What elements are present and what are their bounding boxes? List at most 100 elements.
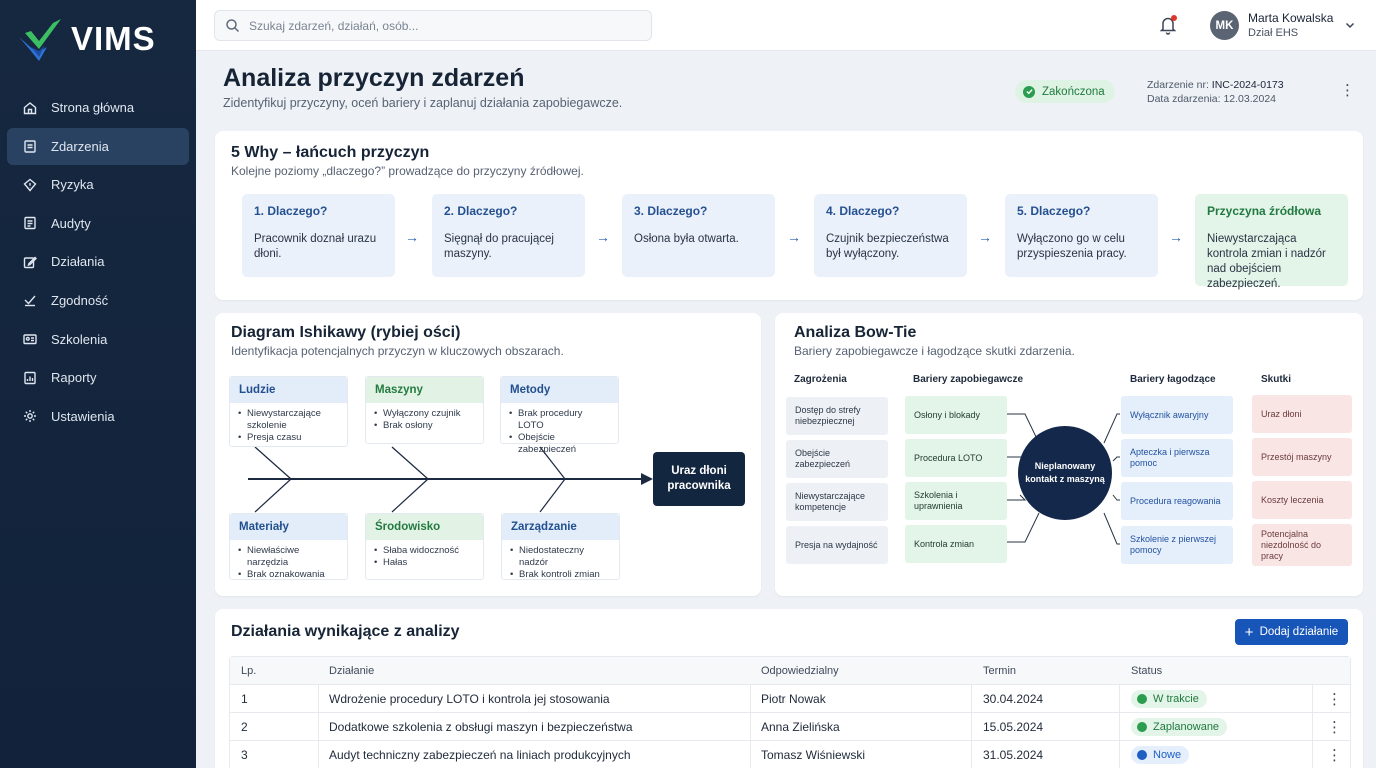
cause-item: Brak oznakowania xyxy=(238,569,339,581)
status-label: Nowe xyxy=(1153,749,1182,761)
app-name: VIMS xyxy=(71,20,156,57)
cause-item: Hałas xyxy=(374,557,475,569)
table-row[interactable]: 2 Dodatkowe szkolenia z obsługi maszyn i… xyxy=(230,713,1350,741)
status-label: Zaplanowane xyxy=(1153,721,1220,733)
category-items: Niewłaściwe narzędzia Brak oznakowania xyxy=(230,540,347,581)
five-why-subtitle: Kolejne poziomy „dlaczego?” prowadzące d… xyxy=(231,164,584,178)
row-number: 2 xyxy=(241,720,248,734)
sidebar-item-raporty[interactable]: Raporty xyxy=(7,359,189,396)
sidebar-item-ryzyka[interactable]: Ryzyka xyxy=(7,166,189,203)
actions-table: Lp. Działanie Odpowiedzialny Termin Stat… xyxy=(229,656,1351,768)
cause-item: Presja czasu xyxy=(238,432,339,444)
bowtie-preventive-barrier: Szkolenia i uprawnienia xyxy=(905,482,1007,520)
category-title: Ludzie xyxy=(230,377,347,403)
sidebar-item-label: Audyty xyxy=(51,215,91,231)
search-bar[interactable] xyxy=(214,10,652,41)
why-step-text: Osłona była otwarta. xyxy=(634,233,739,245)
category-items: Słaba widoczność Hałas xyxy=(366,540,483,569)
notification-dot xyxy=(1171,15,1177,21)
column-header-owner[interactable]: Odpowiedzialny xyxy=(761,657,839,685)
why-step-text: Wyłączono go w celu przyspieszenia pracy… xyxy=(1017,233,1127,260)
sidebar-item-zgodnosc[interactable]: Zgodność xyxy=(7,282,189,319)
topbar: MK Marta Kowalska Dział EHS xyxy=(196,0,1376,51)
user-name[interactable]: Marta Kowalska xyxy=(1248,11,1333,25)
report-icon xyxy=(23,371,37,385)
sidebar-item-label: Ustawienia xyxy=(51,408,115,424)
status-badge: Zakończona xyxy=(1015,80,1115,103)
bowtie-threat: Dostęp do strefy niebezpiecznej xyxy=(786,397,888,435)
table-row[interactable]: 1 Wdrożenie procedury LOTO i kontrola je… xyxy=(230,685,1350,713)
chevron-down-icon[interactable] xyxy=(1344,19,1356,31)
status-label: W trakcie xyxy=(1153,693,1199,705)
row-due-date: 31.05.2024 xyxy=(983,748,1044,762)
more-options-button[interactable]: ⋮ xyxy=(1340,83,1355,98)
category-items: Brak procedury LOTO Obejście zabezpiecze… xyxy=(501,403,618,456)
status-label: Zakończona xyxy=(1042,85,1105,98)
logo-icon xyxy=(19,19,61,61)
fishbone-category-zarzadzanie: Zarządzanie Niedostateczny nadzór Brak k… xyxy=(501,513,620,581)
column-header-no[interactable]: Lp. xyxy=(241,657,256,685)
why-step-text: Sięgnął do pracującej maszyny. xyxy=(444,233,554,260)
root-cause-text: Niewystarczająca kontrola zmian i nadzór… xyxy=(1207,233,1326,290)
arrow-right-icon: → xyxy=(978,229,992,245)
column-header-status[interactable]: Status xyxy=(1131,657,1162,685)
row-menu-button[interactable]: ⋮ xyxy=(1327,685,1342,713)
sidebar-item-home[interactable]: Strona główna xyxy=(7,89,189,126)
add-action-button[interactable]: + Dodaj działanie xyxy=(1235,619,1348,645)
cause-item: Brak osłony xyxy=(374,420,475,432)
notifications-button[interactable] xyxy=(1159,15,1177,35)
search-input[interactable] xyxy=(249,18,629,33)
bowtie-preventive-barrier: Procedura LOTO xyxy=(905,439,1007,477)
sidebar-item-label: Szkolenia xyxy=(51,331,108,347)
row-menu-button[interactable]: ⋮ xyxy=(1327,713,1342,741)
cause-item: Wyłączony czujnik xyxy=(374,408,475,420)
sidebar-item-label: Zdarzenia xyxy=(51,138,109,154)
why-step-title: 4. Dlaczego? xyxy=(826,204,900,218)
why-step-3: 3. Dlaczego? Osłona była otwarta. xyxy=(622,194,775,277)
bowtie-threat: Obejście zabezpieczeń xyxy=(786,440,888,478)
sidebar-item-label: Strona główna xyxy=(51,100,135,115)
sidebar-item-audyty[interactable]: Audyty xyxy=(7,205,189,242)
arrow-right-icon: → xyxy=(1169,229,1183,245)
row-menu-button[interactable]: ⋮ xyxy=(1327,741,1342,768)
bowtie-preventive-barrier: Osłony i blokady xyxy=(905,396,1007,434)
why-step-5: 5. Dlaczego? Wyłączono go w celu przyspie… xyxy=(1005,194,1158,277)
sidebar: VIMS Strona główna Zdarzenia Ryzyka Audy… xyxy=(0,0,196,768)
table-row[interactable]: 3 Audyt techniczny zabezpieczeń na linia… xyxy=(230,741,1350,768)
arrow-right-icon: → xyxy=(405,229,419,245)
bowtie-mitigating-barrier: Procedura reagowania xyxy=(1121,482,1233,520)
cause-item: Brak procedury LOTO xyxy=(509,408,610,432)
sidebar-item-zdarzenia[interactable]: Zdarzenia xyxy=(7,127,189,165)
row-owner: Piotr Nowak xyxy=(761,692,826,706)
why-step-title: 3. Dlaczego? xyxy=(634,204,708,218)
cause-item: Brak kontroli zmian xyxy=(510,569,611,581)
page-title: Analiza przyczyn zdarzeń xyxy=(223,64,525,92)
sidebar-nav: Strona główna Zdarzenia Ryzyka Audyty Dz… xyxy=(7,89,189,436)
sidebar-item-label: Działania xyxy=(51,254,105,270)
root-cause-title: Przyczyna źródłowa xyxy=(1207,204,1322,218)
column-header-due[interactable]: Termin xyxy=(983,657,1016,685)
avatar[interactable]: MK xyxy=(1210,11,1239,40)
category-title: Metody xyxy=(501,377,618,403)
why-step-text: Czujnik bezpieczeństwa był wyłączony. xyxy=(826,233,949,260)
plus-icon: + xyxy=(1244,623,1254,641)
sidebar-item-ustawienia[interactable]: Ustawienia xyxy=(7,398,189,435)
event-number-label: Zdarzenie nr: xyxy=(1147,79,1209,91)
category-items: Niedostateczny nadzór Brak kontroli zmia… xyxy=(502,540,619,581)
bowtie-preventive-barrier: Kontrola zmian xyxy=(905,525,1007,563)
sidebar-item-label: Ryzyka xyxy=(51,177,94,193)
page-subtitle: Zidentyfikuj przyczyny, oceń bariery i z… xyxy=(223,96,623,110)
row-number: 1 xyxy=(241,692,248,706)
fishbone-category-metody: Metody Brak procedury LOTO Obejście zabe… xyxy=(500,376,619,455)
id-card-icon xyxy=(23,332,37,346)
sidebar-item-dzialania[interactable]: Działania xyxy=(7,243,189,280)
check-icon xyxy=(23,293,37,307)
fishbone-category-maszyny: Maszyny Wyłączony czujnik Brak osłony xyxy=(365,376,484,444)
app-logo[interactable]: VIMS xyxy=(17,17,156,61)
sidebar-item-szkolenia[interactable]: Szkolenia xyxy=(7,321,189,358)
event-number-value: INC-2024-0173 xyxy=(1211,79,1284,91)
why-step-2: 2. Dlaczego? Sięgnął do pracującej maszyn… xyxy=(432,194,585,277)
column-header-action[interactable]: Działanie xyxy=(329,657,374,685)
status-badge: Nowe xyxy=(1131,746,1190,764)
bowtie-consequence: Potencjalna niezdolność do pracy xyxy=(1252,524,1352,566)
